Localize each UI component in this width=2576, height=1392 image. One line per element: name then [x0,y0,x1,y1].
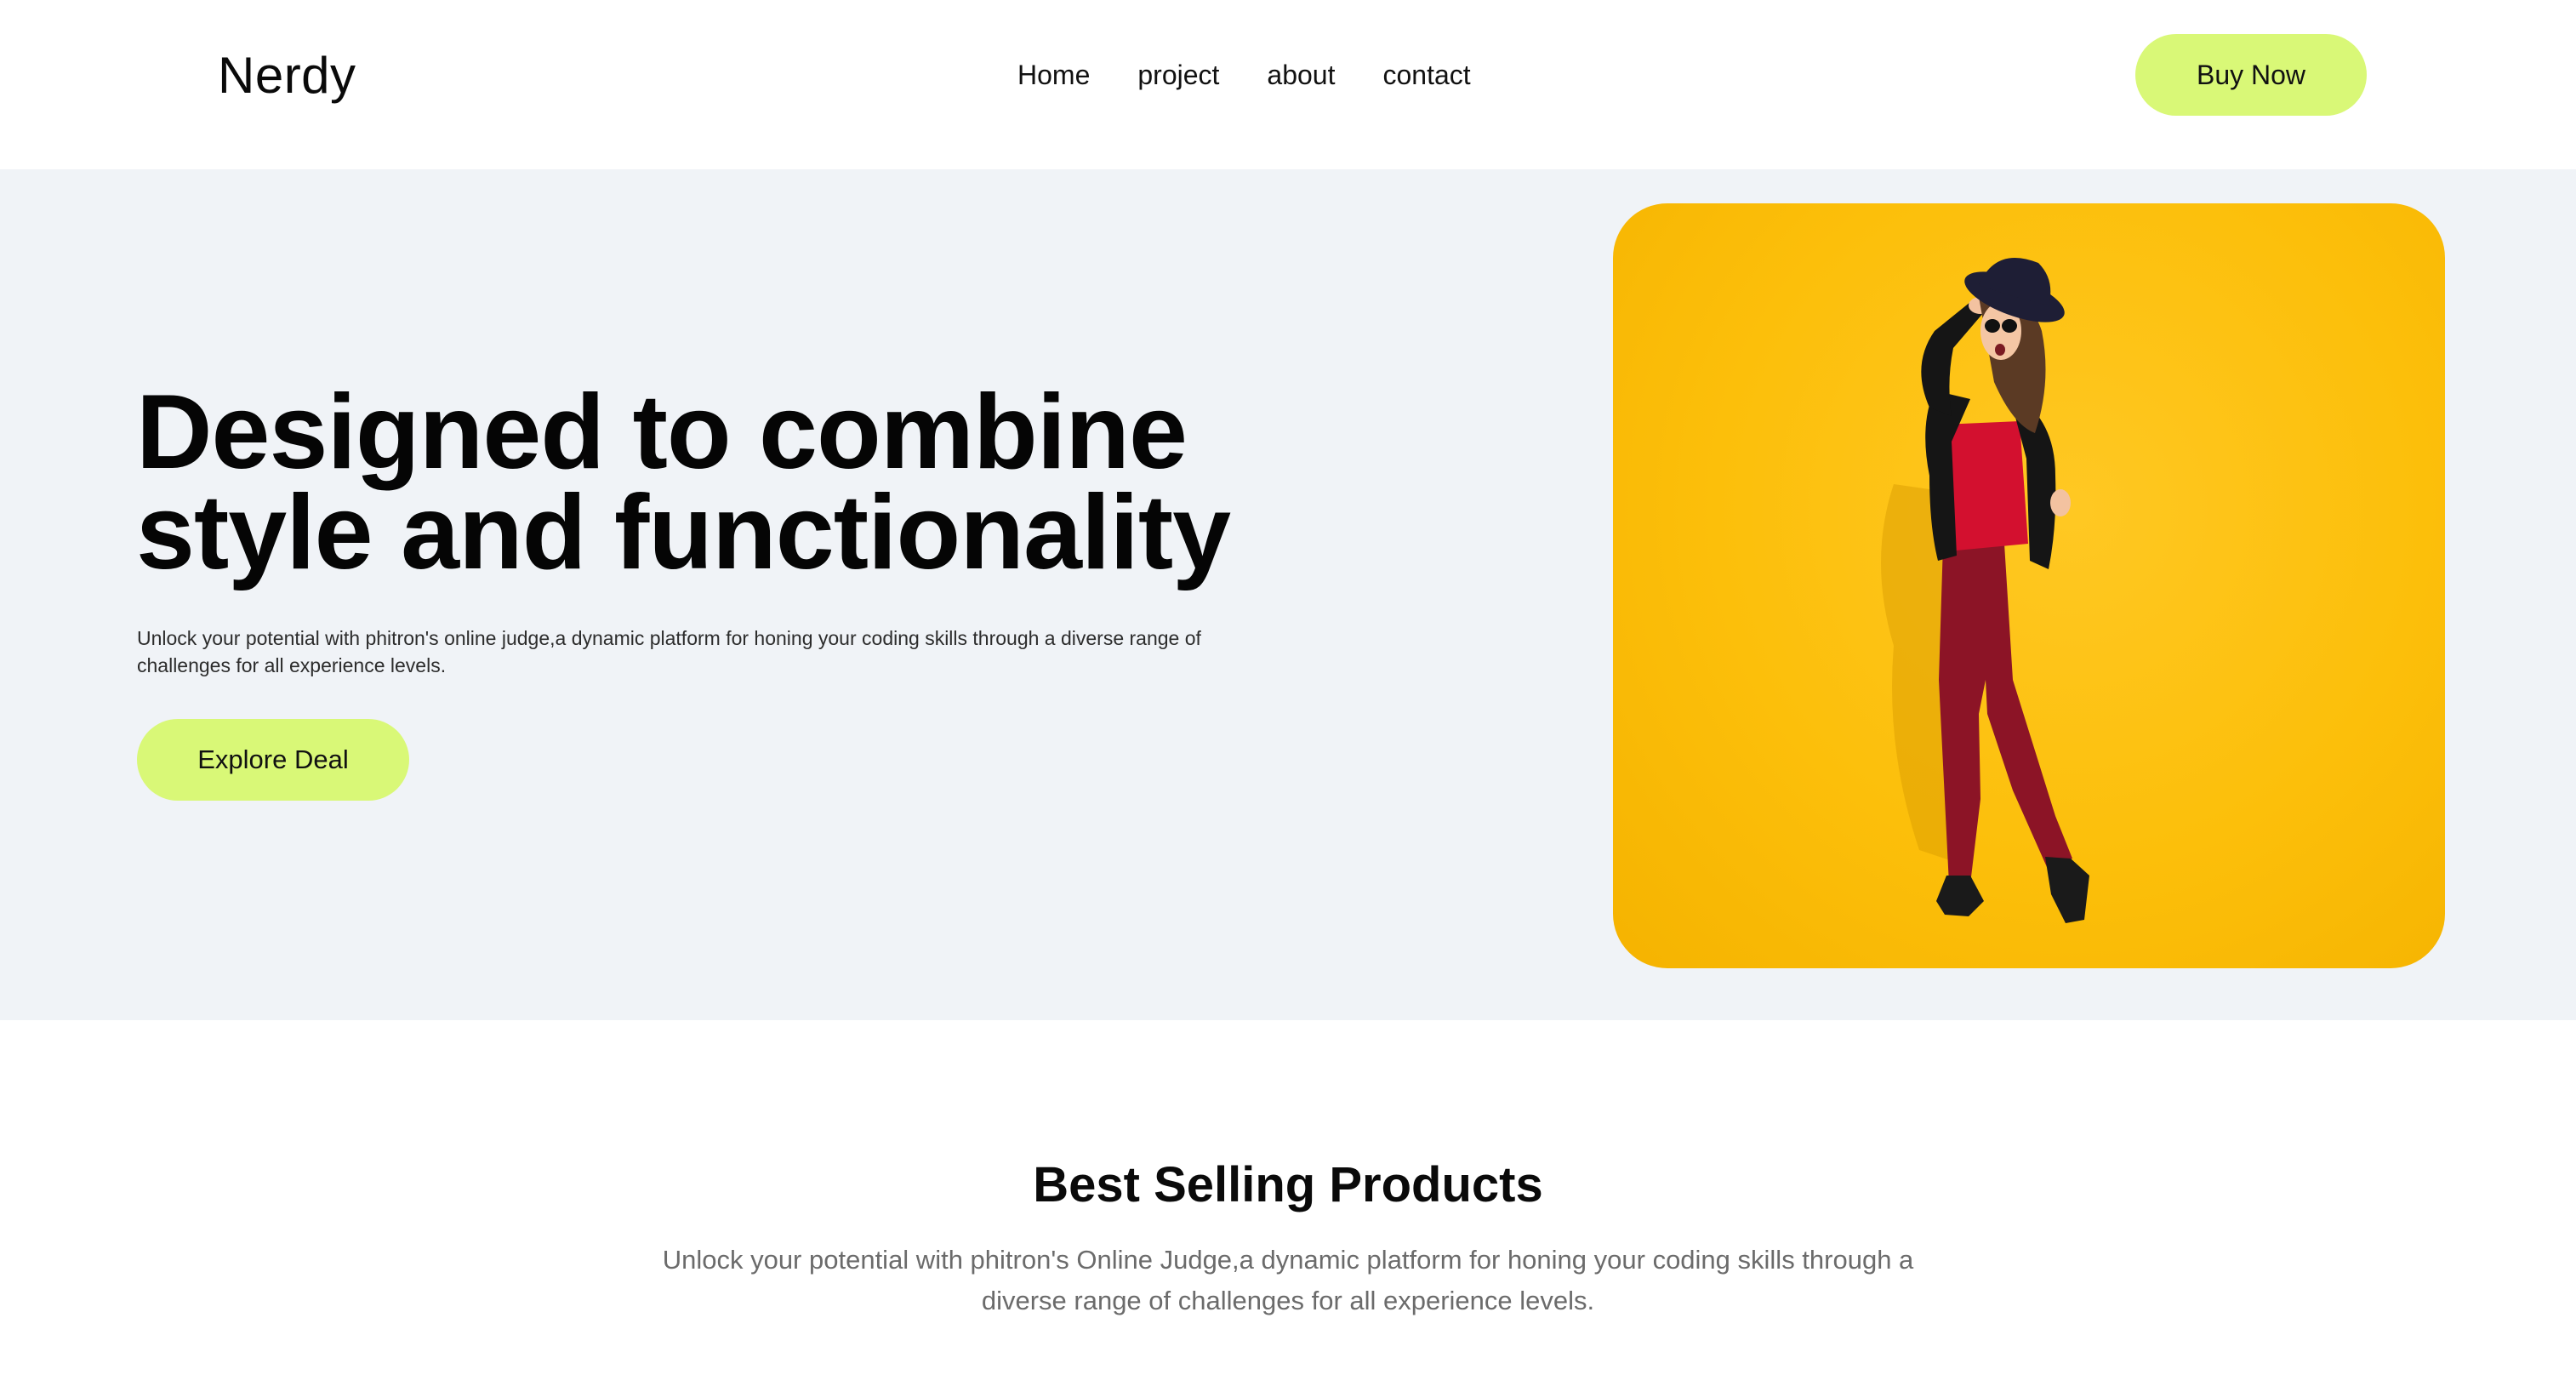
nav-link-about[interactable]: about [1267,60,1335,91]
site-header: Nerdy Home project about contact Buy Now [0,0,2576,169]
best-selling-section: Best Selling Products Unlock your potent… [0,1020,2576,1392]
nav-link-contact[interactable]: contact [1382,60,1470,91]
buy-now-button[interactable]: Buy Now [2135,34,2367,116]
hero-title: Designed to combine style and functional… [136,379,1497,585]
main-nav: Home project about contact [1017,60,1471,91]
hero-title-line-2: style and functionality [136,474,1231,591]
section-description: Unlock your potential with phitron's Onl… [662,1245,1914,1315]
section-title: Best Selling Products [1033,1157,1543,1212]
nav-link-project[interactable]: project [1137,60,1219,91]
hero-description: Unlock your potential with phitron's onl… [137,627,1201,676]
site-logo[interactable]: Nerdy [218,46,356,105]
explore-deal-button[interactable]: Explore Deal [137,719,409,801]
nav-link-home[interactable]: Home [1017,60,1090,91]
hero-image [1613,203,2445,968]
model-illustration [1881,257,2089,923]
hero-section: Designed to combine style and functional… [0,169,2576,1020]
